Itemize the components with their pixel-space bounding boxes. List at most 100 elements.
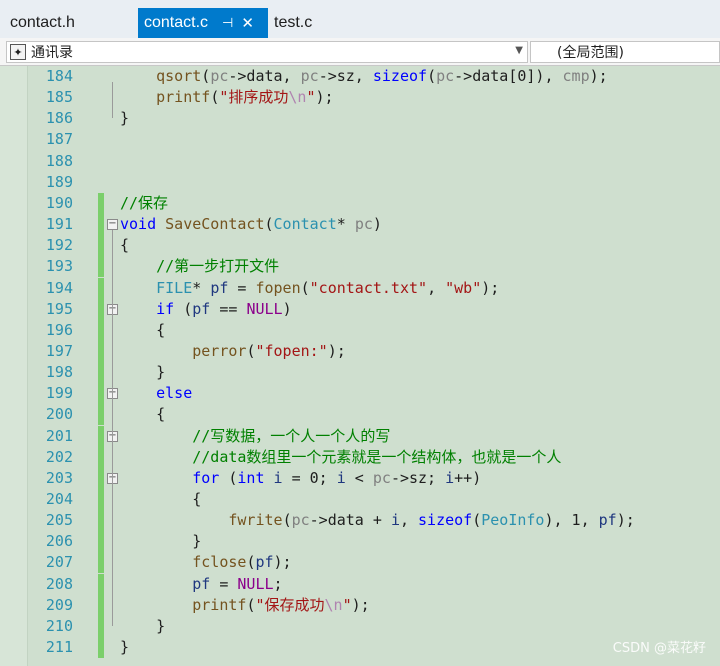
code-text: fclose(pf); (120, 552, 291, 573)
code-token: { (120, 320, 166, 339)
code-line[interactable]: 186} (0, 108, 720, 129)
code-line[interactable]: 206 } (0, 531, 720, 553)
code-token: ++) (454, 468, 482, 487)
code-line[interactable]: 209 printf("保存成功\n"); (0, 594, 720, 616)
code-line[interactable]: 188 (0, 151, 720, 172)
project-icon: ✦ (10, 44, 26, 60)
line-number: 188 (45, 151, 73, 170)
code-token: pc (300, 67, 319, 85)
project-scope-dropdown[interactable]: ✦ 通讯录 ▼ (6, 41, 528, 63)
code-line[interactable]: 193 //第一步打开文件 (0, 256, 720, 278)
code-line[interactable]: 204 { (0, 489, 720, 510)
pin-icon[interactable]: ⊣ (222, 15, 233, 31)
tab-contact-h[interactable]: contact.h (0, 8, 130, 38)
collapse-icon[interactable]: − (107, 219, 118, 231)
code-token: pc (210, 67, 229, 85)
code-text: void SaveContact(Contact* pc) (120, 214, 382, 235)
code-token: ); (481, 278, 500, 297)
change-indicator (98, 573, 104, 595)
code-token: "fopen:" (255, 341, 328, 360)
code-line[interactable]: 198 } (0, 362, 720, 384)
code-token: if (156, 299, 175, 318)
code-token: ); (315, 88, 334, 107)
global-scope-dropdown[interactable]: (全局范围) (530, 41, 720, 63)
code-text: } (120, 108, 129, 129)
code-line[interactable]: 200 { (0, 404, 720, 426)
close-icon[interactable]: ✕ (241, 14, 254, 32)
code-token: pf (598, 511, 617, 530)
code-token: ( (210, 88, 220, 107)
code-token: == (210, 299, 247, 318)
change-indicator (98, 383, 104, 405)
line-number: 199 (45, 384, 73, 403)
code-token: ); (351, 595, 370, 614)
code-editor[interactable]: 184 qsort(pc->data, pc->sz, sizeof(pc->d… (0, 66, 720, 666)
change-indicator (98, 446, 104, 468)
tab-label: test.c (274, 14, 313, 31)
code-line[interactable]: 197 perror("fopen:"); (0, 340, 720, 362)
code-line[interactable]: 207 fclose(pf); (0, 552, 720, 574)
code-line[interactable]: 210 } (0, 615, 720, 637)
line-number: 205 (45, 511, 73, 530)
code-token: perror (192, 341, 247, 360)
line-number: 208 (45, 574, 73, 593)
code-token: ( (219, 468, 238, 487)
code-line[interactable]: 191 − void SaveContact(Contact* pc) (0, 214, 720, 236)
code-text: for (int i = 0; i < pc->sz; i++) (120, 468, 481, 489)
code-line[interactable]: 205 fwrite(pc->data + i, sizeof(PeoInfo)… (0, 510, 720, 532)
code-token: cmp (562, 67, 590, 85)
tab-contact-c[interactable]: contact.c ⊣ ✕ (138, 8, 268, 38)
code-text: } (120, 616, 165, 637)
code-line[interactable]: 208 pf = NULL; (0, 573, 720, 595)
code-token: = (210, 574, 238, 593)
code-token: //保存 (120, 193, 169, 212)
code-text: printf("排序成功\n"); (120, 87, 334, 108)
code-token: pc (436, 67, 455, 85)
code-line[interactable]: 194 FILE* pf = fopen("contact.txt", "wb"… (0, 277, 720, 299)
code-token: //写数据，一个人一个人的写 (192, 426, 391, 445)
line-number: 210 (45, 616, 73, 635)
code-token: pc (291, 511, 310, 530)
code-token: ( (300, 278, 310, 297)
code-token: i (445, 468, 455, 487)
change-indicator (98, 256, 104, 278)
code-line[interactable]: 202 //data数组里一个元素就是一个结构体，也就是一个人 (0, 446, 720, 468)
code-token: else (156, 384, 193, 403)
code-text: //保存 (120, 193, 168, 214)
code-token: pf (255, 553, 274, 572)
code-line[interactable]: 192 { (0, 235, 720, 257)
code-token: i (336, 468, 346, 487)
code-token: pc (372, 468, 391, 487)
code-line[interactable]: 201− //写数据，一个人一个人的写 (0, 425, 720, 447)
code-line[interactable]: 195− if (pf == NULL) (0, 298, 720, 320)
code-text: FILE* pf = fopen("contact.txt", "wb"); (120, 278, 499, 299)
document-tab-bar: contact.h contact.c ⊣ ✕ test.c (0, 0, 720, 38)
code-token: qsort (156, 67, 202, 85)
code-line[interactable]: 185 printf("排序成功\n"); (0, 87, 720, 108)
code-token: ( (201, 67, 211, 85)
code-token: } (120, 616, 166, 635)
code-line[interactable]: 203− for (int i = 0; i < pc->sz; i++) (0, 467, 720, 489)
code-text: fwrite(pc->data + i, sizeof(PeoInfo), 1,… (120, 510, 634, 531)
fold-region-line (112, 483, 113, 542)
code-line[interactable]: 189 (0, 172, 720, 193)
code-token: "排序成功 (219, 88, 289, 107)
code-token: < (345, 468, 373, 487)
code-token: "wb" (445, 278, 482, 297)
code-line[interactable]: 190 //保存 (0, 192, 720, 214)
code-token: pf (192, 574, 211, 593)
code-line[interactable]: 187 (0, 129, 720, 150)
code-line[interactable]: 196 { (0, 319, 720, 341)
code-token: } (120, 109, 130, 128)
line-number: 194 (45, 278, 73, 297)
code-line[interactable]: 199− else (0, 383, 720, 405)
tab-test-c[interactable]: test.c (268, 8, 358, 38)
chevron-down-icon[interactable]: ▼ (515, 45, 523, 56)
code-line[interactable]: 184 qsort(pc->data, pc->sz, sizeof(pc->d… (0, 66, 720, 87)
code-token: = 0; (282, 468, 337, 487)
code-token: ->sz; (390, 468, 446, 487)
code-token: ->data, (228, 67, 301, 85)
